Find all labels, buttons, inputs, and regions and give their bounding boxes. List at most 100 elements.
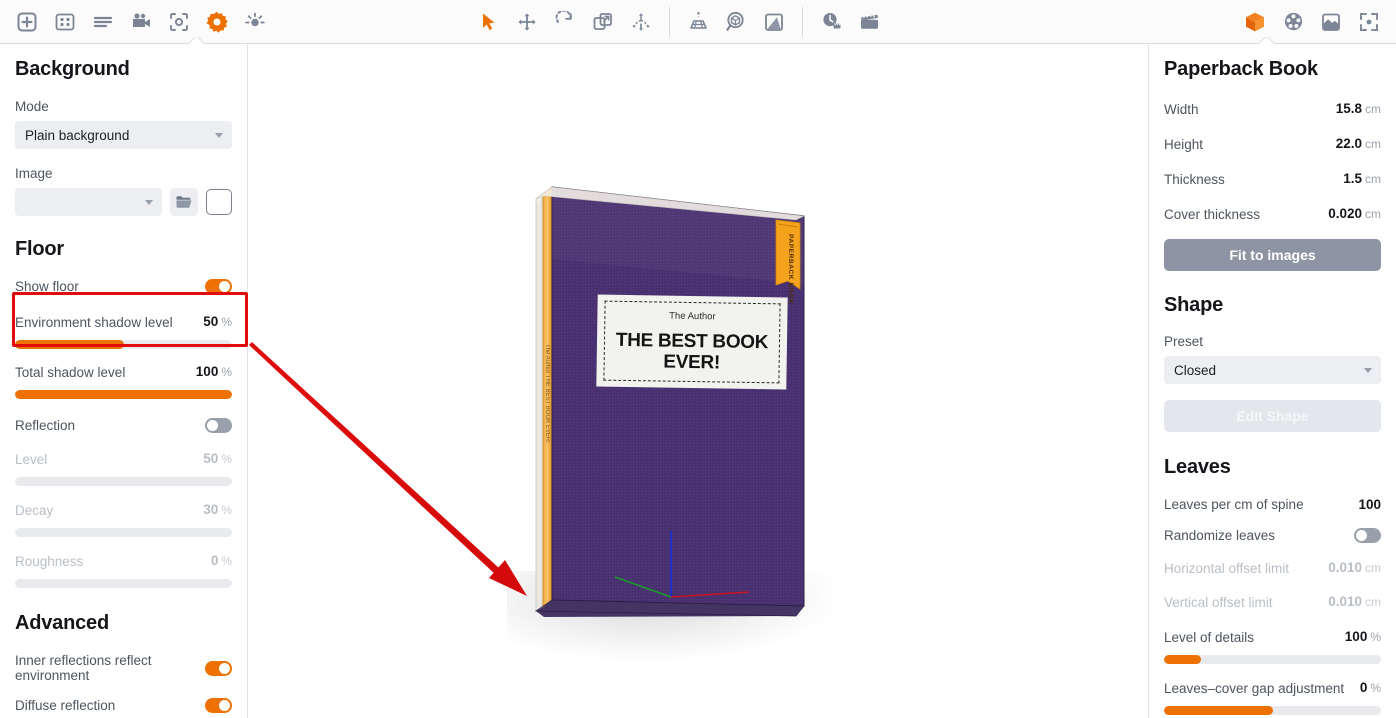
chevron-down-icon <box>215 133 223 138</box>
level-of-details-slider-fill <box>1164 655 1201 664</box>
show-floor-label: Show floor <box>15 279 79 294</box>
cover-thickness-unit: cm <box>1365 207 1381 221</box>
horizontal-offset-value: 0.010 <box>1328 560 1362 575</box>
edit-shape-button: Edit Shape <box>1164 400 1381 432</box>
background-mode-label: Mode <box>15 99 49 114</box>
cover-thickness-value: 0.020 <box>1328 206 1362 221</box>
gear-icon[interactable] <box>198 3 236 41</box>
env-shadow-slider-fill <box>15 340 124 349</box>
distribute-icon[interactable] <box>622 3 660 41</box>
perspective-icon[interactable] <box>679 3 717 41</box>
height-label: Height <box>1164 136 1204 152</box>
decay-label: Decay <box>15 502 54 518</box>
total-shadow-slider[interactable] <box>15 390 232 399</box>
width-unit: cm <box>1365 102 1381 116</box>
decay-value: 30 <box>203 502 219 517</box>
dimension-row-thickness: Thickness 1.5 cm <box>1164 170 1381 188</box>
focus-icon[interactable] <box>160 3 198 41</box>
width-value-group[interactable]: 15.8 cm <box>1336 100 1381 118</box>
level-of-details-label: Level of details <box>1164 629 1255 645</box>
background-image-label: Image <box>15 166 53 181</box>
grid-icon[interactable] <box>46 3 84 41</box>
fit-to-images-button[interactable]: Fit to images <box>1164 239 1381 271</box>
material-icon[interactable] <box>1274 3 1312 41</box>
animation-icon[interactable] <box>850 3 888 41</box>
level-of-details-slider[interactable] <box>1164 655 1381 664</box>
cursor-select-icon[interactable] <box>470 3 508 41</box>
camera-icon[interactable] <box>122 3 160 41</box>
reflection-label: Reflection <box>15 418 76 433</box>
show-floor-toggle[interactable] <box>205 279 232 294</box>
shape-preset-value: Closed <box>1174 362 1217 378</box>
vertical-offset-value-group: 0.010 cm <box>1328 593 1381 611</box>
leaves-cover-gap-unit: % <box>1370 681 1381 695</box>
leaves-cover-gap-row: Leaves–cover gap adjustment 0% <box>1164 679 1381 697</box>
roughness-label: Roughness <box>15 553 84 569</box>
3d-viewport[interactable]: The Author THE BEST BOOK EVER! PAPERBACK… <box>249 44 1147 718</box>
zoom-object-icon[interactable] <box>717 3 755 41</box>
level-value-group: 50% <box>203 450 232 468</box>
leaves-per-cm-value[interactable]: 100 <box>1358 497 1381 512</box>
level-value: 50 <box>203 451 219 466</box>
scale-icon[interactable] <box>584 3 622 41</box>
background-color-swatch[interactable] <box>206 189 232 215</box>
object-3d-icon[interactable] <box>1236 3 1274 41</box>
dimension-row-cover-thickness: Cover thickness 0.020 cm <box>1164 205 1381 223</box>
background-image-select[interactable] <box>15 188 162 216</box>
browse-folder-button[interactable] <box>170 188 198 216</box>
total-shadow-slider-fill <box>15 390 232 399</box>
floor-section-title: Floor <box>15 238 64 260</box>
rotate-icon[interactable] <box>546 3 584 41</box>
reflection-toggle[interactable] <box>205 418 232 433</box>
horizontal-offset-value-group: 0.010 cm <box>1328 559 1381 577</box>
leaves-cover-gap-slider-fill <box>1164 706 1273 715</box>
cover-thickness-label: Cover thickness <box>1164 206 1261 222</box>
env-shadow-label: Environment shadow level <box>15 314 173 330</box>
env-shadow-slider[interactable] <box>15 340 232 349</box>
roughness-row: Roughness 0% <box>15 552 232 570</box>
shape-preset-select[interactable]: Closed <box>1164 356 1381 384</box>
background-mode-select[interactable]: Plain background <box>15 121 232 149</box>
thickness-unit: cm <box>1365 172 1381 186</box>
toolbar-left-group <box>0 0 274 44</box>
shape-section-title: Shape <box>1164 294 1224 316</box>
total-shadow-value-group: 100% <box>196 363 232 381</box>
randomize-leaves-toggle[interactable] <box>1354 528 1381 543</box>
inner-reflections-toggle[interactable] <box>205 660 232 676</box>
background-section-title: Background <box>15 58 130 80</box>
list-icon[interactable] <box>84 3 122 41</box>
cover-thickness-value-group[interactable]: 0.020 cm <box>1328 205 1381 223</box>
diffuse-reflection-row: Diffuse reflection <box>15 698 232 713</box>
total-shadow-unit: % <box>221 365 232 379</box>
background-image-row <box>15 188 232 216</box>
horizontal-offset-label: Horizontal offset limit <box>1164 560 1290 576</box>
history-icon[interactable] <box>812 3 850 41</box>
level-of-details-value: 100 <box>1344 629 1368 644</box>
height-value-group[interactable]: 22.0 cm <box>1336 135 1381 153</box>
move-icon[interactable] <box>508 3 546 41</box>
leaves-cover-gap-slider[interactable] <box>1164 706 1381 715</box>
image-icon[interactable] <box>1312 3 1350 41</box>
inner-reflections-row: Inner reflections reflect environment <box>15 653 232 683</box>
toolbar-divider <box>669 6 670 37</box>
vertical-offset-unit: cm <box>1365 595 1381 609</box>
height-unit: cm <box>1365 137 1381 151</box>
ribbon-text: PAPERBACK BOOK <box>787 234 794 305</box>
fullscreen-icon[interactable] <box>1350 3 1388 41</box>
level-label: Level <box>15 451 48 467</box>
render-quality-icon[interactable] <box>755 3 793 41</box>
level-of-details-unit: % <box>1370 630 1381 644</box>
thickness-value-group[interactable]: 1.5 cm <box>1343 170 1381 188</box>
right-properties-panel: Paperback Book Width 15.8 cm Height 22.0 c… <box>1148 44 1396 718</box>
add-icon[interactable] <box>8 3 46 41</box>
decay-row: Decay 30% <box>15 501 232 519</box>
level-unit: % <box>221 452 232 466</box>
leaves-per-cm-row: Leaves per cm of spine 100 <box>1164 497 1381 512</box>
roughness-unit: % <box>221 554 232 568</box>
randomize-leaves-label: Randomize leaves <box>1164 528 1276 543</box>
toolbar-right-group <box>1236 0 1388 44</box>
env-shadow-unit: % <box>221 315 232 329</box>
light-icon[interactable] <box>236 3 274 41</box>
diffuse-reflection-toggle[interactable] <box>205 698 232 713</box>
reflection-row: Reflection <box>15 418 232 433</box>
